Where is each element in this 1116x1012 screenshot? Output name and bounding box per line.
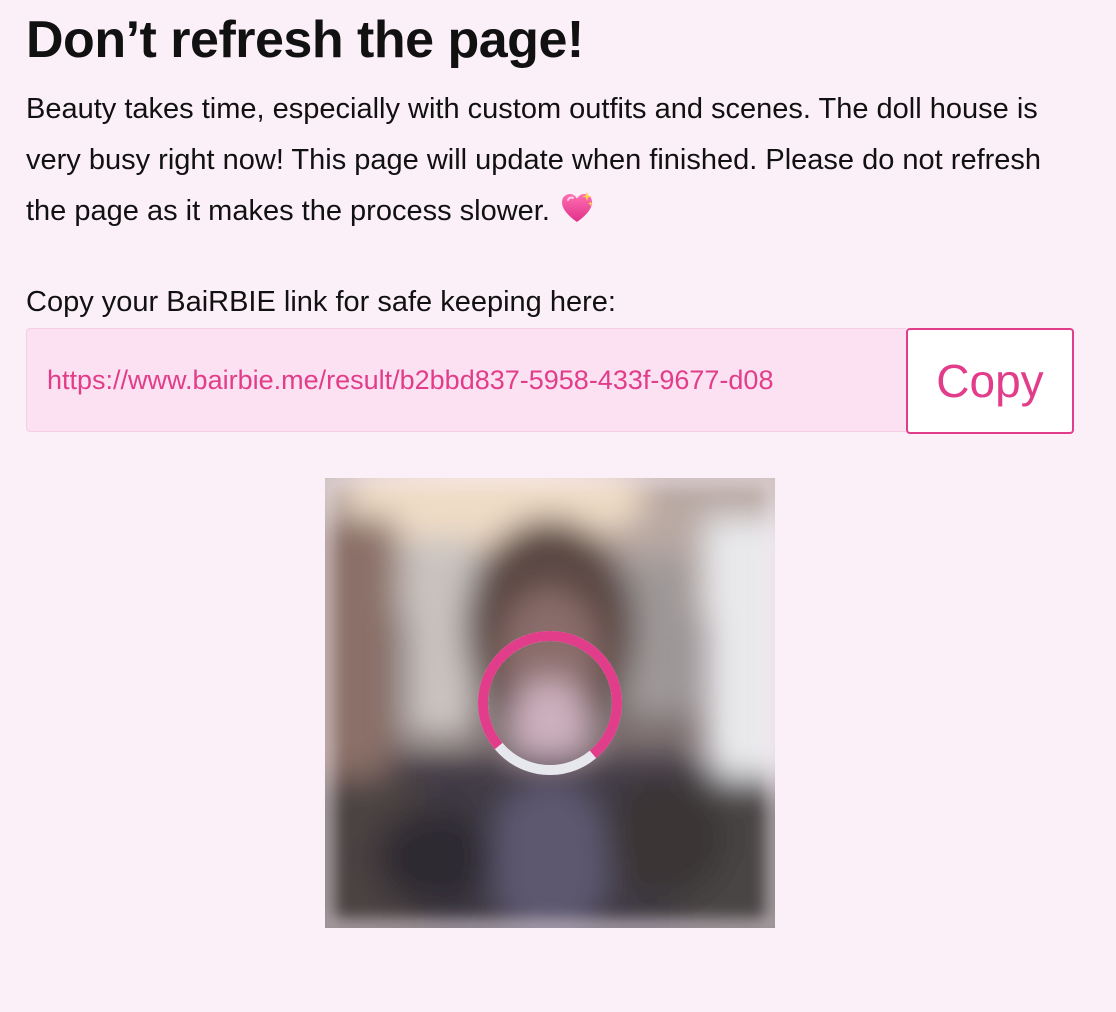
copy-link-label: Copy your BaiRBIE link for safe keeping … — [26, 286, 616, 318]
spinner-arc — [478, 631, 622, 775]
sparkling-heart-icon — [561, 192, 594, 222]
preview-image — [325, 478, 775, 928]
copy-button[interactable]: Copy — [906, 328, 1074, 434]
intro-text: Beauty takes time, especially with custo… — [26, 93, 1042, 227]
loading-page: Don’t refresh the page! Beauty takes tim… — [0, 0, 1116, 1012]
result-link-field[interactable] — [26, 328, 906, 432]
copy-link-row: Copy — [26, 328, 1074, 434]
intro-message: Beauty takes time, especially with custo… — [26, 84, 1086, 237]
loading-spinner-icon — [478, 631, 622, 775]
page-title: Don’t refresh the page! — [26, 11, 584, 69]
